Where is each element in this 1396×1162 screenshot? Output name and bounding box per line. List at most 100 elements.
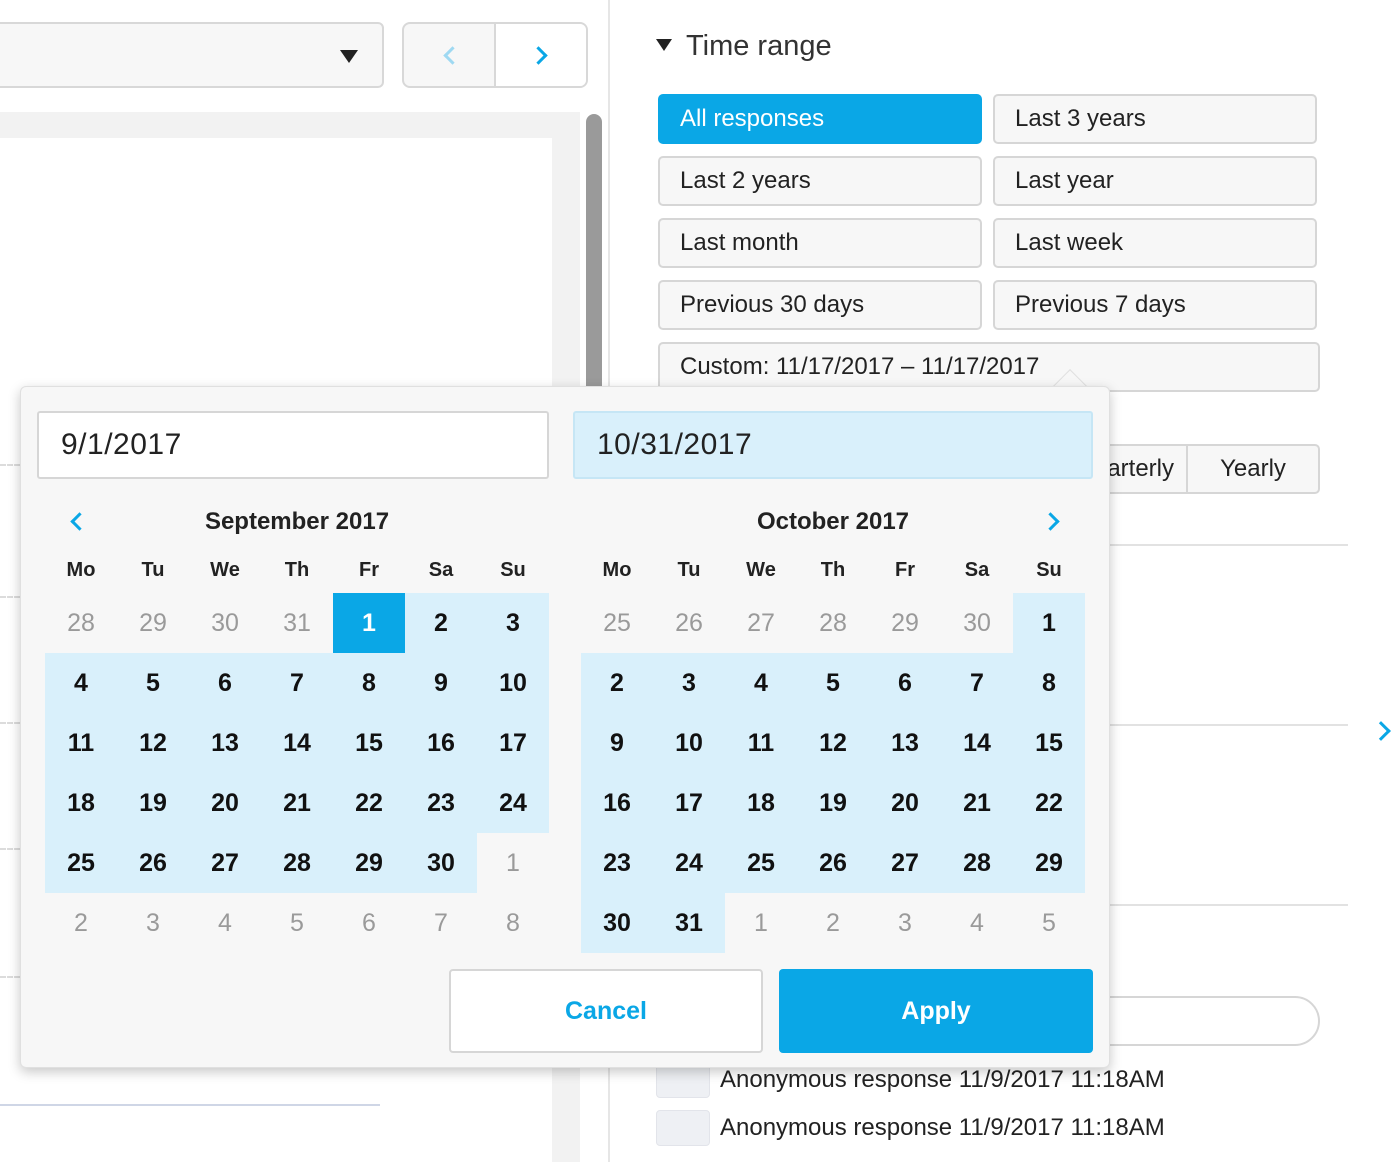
calendar-day[interactable]: 6	[189, 653, 261, 713]
calendar-day[interactable]: 6	[869, 653, 941, 713]
calendar-day[interactable]: 5	[1013, 893, 1085, 953]
chevron-right-icon[interactable]	[1371, 721, 1391, 741]
calendar-day[interactable]: 11	[725, 713, 797, 773]
calendar-day[interactable]: 21	[941, 773, 1013, 833]
calendar-day[interactable]: 22	[1013, 773, 1085, 833]
calendar-day[interactable]: 30	[581, 893, 653, 953]
calendar-day[interactable]: 29	[869, 593, 941, 653]
calendar-day[interactable]: 25	[45, 833, 117, 893]
custom-range-button[interactable]: Custom: 11/17/2017 – 11/17/2017	[658, 342, 1320, 392]
calendar-day[interactable]: 17	[477, 713, 549, 773]
calendar-day[interactable]: 31	[261, 593, 333, 653]
calendar-day[interactable]: 7	[405, 893, 477, 953]
cancel-button[interactable]: Cancel	[449, 969, 763, 1053]
preset-button[interactable]: Last month	[658, 218, 982, 268]
calendar-day[interactable]: 30	[405, 833, 477, 893]
calendar-day[interactable]: 14	[261, 713, 333, 773]
calendar-day[interactable]: 15	[333, 713, 405, 773]
question-select[interactable]	[0, 22, 384, 88]
calendar-day[interactable]: 2	[45, 893, 117, 953]
calendar-day[interactable]: 28	[261, 833, 333, 893]
calendar-day[interactable]: 27	[869, 833, 941, 893]
calendar-day[interactable]: 1	[1013, 593, 1085, 653]
calendar-day[interactable]: 5	[117, 653, 189, 713]
calendar-day[interactable]: 31	[653, 893, 725, 953]
calendar-day[interactable]: 10	[653, 713, 725, 773]
calendar-day[interactable]: 30	[941, 593, 1013, 653]
previous-month-icon[interactable]	[70, 512, 89, 531]
calendar-day[interactable]: 7	[261, 653, 333, 713]
calendar-day[interactable]: 29	[333, 833, 405, 893]
calendar-day[interactable]: 5	[797, 653, 869, 713]
calendar-day[interactable]: 23	[405, 773, 477, 833]
calendar-day[interactable]: 4	[45, 653, 117, 713]
preset-button[interactable]: Previous 7 days	[993, 280, 1317, 330]
start-date-input[interactable]: 9/1/2017	[37, 411, 549, 479]
calendar-day[interactable]: 1	[333, 593, 405, 653]
response-checkbox[interactable]	[656, 1110, 710, 1146]
calendar-day[interactable]: 15	[1013, 713, 1085, 773]
calendar-day[interactable]: 22	[333, 773, 405, 833]
calendar-day[interactable]: 28	[941, 833, 1013, 893]
calendar-day[interactable]: 21	[261, 773, 333, 833]
calendar-day[interactable]: 29	[1013, 833, 1085, 893]
calendar-day[interactable]: 2	[797, 893, 869, 953]
calendar-day[interactable]: 29	[117, 593, 189, 653]
preset-button[interactable]: Last year	[993, 156, 1317, 206]
calendar-day[interactable]: 27	[189, 833, 261, 893]
preset-button[interactable]: Last 3 years	[993, 94, 1317, 144]
calendar-day[interactable]: 6	[333, 893, 405, 953]
previous-button[interactable]	[404, 24, 494, 86]
calendar-day[interactable]: 8	[1013, 653, 1085, 713]
calendar-day[interactable]: 30	[189, 593, 261, 653]
yearly-button[interactable]: Yearly	[1188, 446, 1318, 492]
calendar-day[interactable]: 12	[117, 713, 189, 773]
calendar-day[interactable]: 26	[797, 833, 869, 893]
apply-button[interactable]: Apply	[779, 969, 1093, 1053]
calendar-day[interactable]: 11	[45, 713, 117, 773]
calendar-day[interactable]: 27	[725, 593, 797, 653]
scrollbar-thumb[interactable]	[586, 114, 602, 394]
calendar-day[interactable]: 3	[477, 593, 549, 653]
calendar-day[interactable]: 26	[653, 593, 725, 653]
preset-button[interactable]: Last week	[993, 218, 1317, 268]
calendar-day[interactable]: 8	[477, 893, 549, 953]
calendar-day[interactable]: 7	[941, 653, 1013, 713]
calendar-day[interactable]: 8	[333, 653, 405, 713]
calendar-day[interactable]: 24	[653, 833, 725, 893]
calendar-day[interactable]: 2	[405, 593, 477, 653]
calendar-day[interactable]: 20	[869, 773, 941, 833]
response-row[interactable]: Anonymous response 11/9/2017 11:18AM	[656, 1110, 1165, 1146]
calendar-day[interactable]: 4	[941, 893, 1013, 953]
calendar-day[interactable]: 3	[653, 653, 725, 713]
calendar-day[interactable]: 4	[725, 653, 797, 713]
calendar-day[interactable]: 13	[189, 713, 261, 773]
calendar-day[interactable]: 4	[189, 893, 261, 953]
preset-button[interactable]: Previous 30 days	[658, 280, 982, 330]
calendar-day[interactable]: 1	[725, 893, 797, 953]
time-range-header[interactable]: Time range	[656, 30, 832, 63]
preset-button[interactable]: Last 2 years	[658, 156, 982, 206]
calendar-day[interactable]: 2	[581, 653, 653, 713]
calendar-day[interactable]: 16	[581, 773, 653, 833]
calendar-day[interactable]: 20	[189, 773, 261, 833]
preset-button[interactable]: All responses	[658, 94, 982, 144]
calendar-day[interactable]: 3	[117, 893, 189, 953]
calendar-day[interactable]: 13	[869, 713, 941, 773]
calendar-day[interactable]: 19	[117, 773, 189, 833]
calendar-day[interactable]: 12	[797, 713, 869, 773]
calendar-day[interactable]: 17	[653, 773, 725, 833]
calendar-day[interactable]: 25	[581, 593, 653, 653]
calendar-day[interactable]: 18	[725, 773, 797, 833]
calendar-day[interactable]: 28	[45, 593, 117, 653]
calendar-day[interactable]: 28	[797, 593, 869, 653]
calendar-day[interactable]: 18	[45, 773, 117, 833]
calendar-day[interactable]: 23	[581, 833, 653, 893]
calendar-day[interactable]: 19	[797, 773, 869, 833]
calendar-day[interactable]: 3	[869, 893, 941, 953]
calendar-day[interactable]: 14	[941, 713, 1013, 773]
end-date-input[interactable]: 10/31/2017	[573, 411, 1093, 479]
calendar-day[interactable]: 10	[477, 653, 549, 713]
calendar-day[interactable]: 25	[725, 833, 797, 893]
calendar-day[interactable]: 16	[405, 713, 477, 773]
